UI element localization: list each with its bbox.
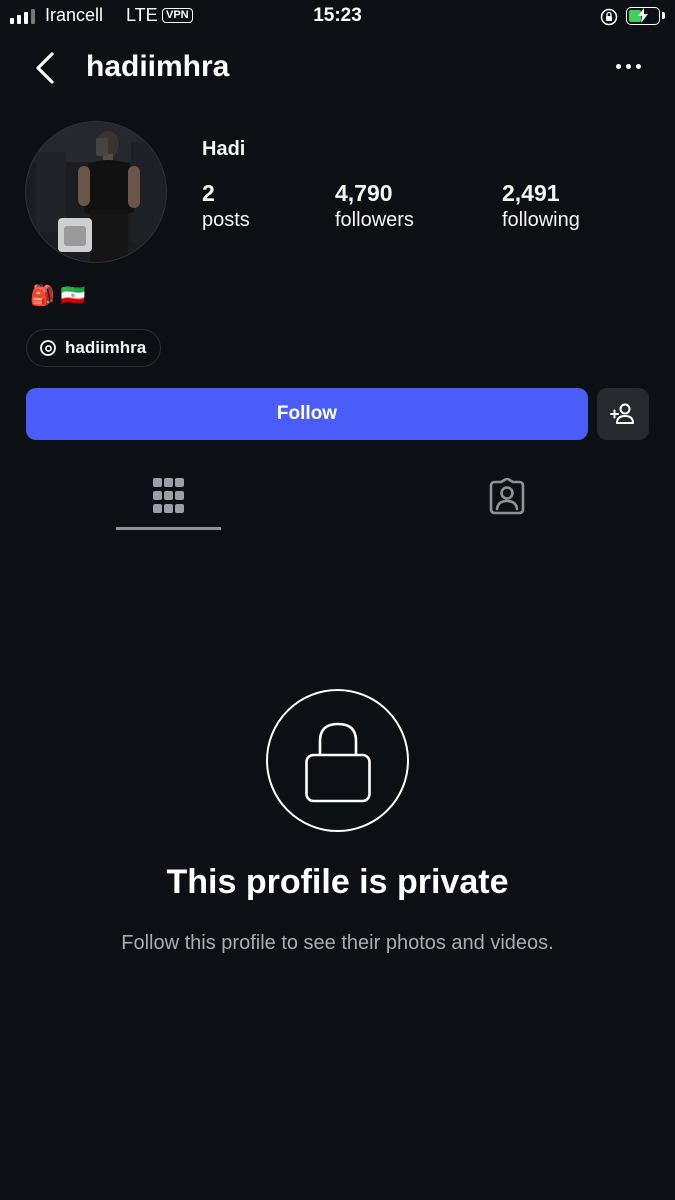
private-title: This profile is private <box>166 863 509 901</box>
lock-icon <box>305 722 371 803</box>
rotation-lock-icon <box>600 8 618 26</box>
tagged-person-icon <box>489 478 525 515</box>
status-bar: Irancell LTE VPN 15:23 <box>0 0 675 34</box>
add-person-icon <box>610 403 634 424</box>
followers-count: 4,790 <box>335 180 393 206</box>
suggested-accounts-button[interactable] <box>597 388 649 440</box>
threads-link[interactable]: hadiimhra <box>26 329 162 367</box>
grid-icon <box>153 478 184 513</box>
following-count: 2,491 <box>502 180 560 206</box>
threads-icon <box>40 340 56 356</box>
following-label: following <box>502 209 580 231</box>
profile-username: hadiimhra <box>86 50 230 83</box>
tab-posts-grid[interactable] <box>116 466 221 530</box>
follow-button-label: Follow <box>276 403 338 424</box>
profile-full-name: Hadi <box>202 138 246 160</box>
back-chevron-icon[interactable] <box>30 50 60 86</box>
followers-label: followers <box>335 209 414 231</box>
stat-posts: 2 posts <box>202 180 250 232</box>
posts-label: posts <box>202 209 250 231</box>
posts-count: 2 <box>202 180 215 206</box>
private-lock-circle <box>266 689 409 832</box>
bio-emoji: 🎒 🇮🇷 <box>30 285 86 307</box>
avatar[interactable] <box>26 122 166 262</box>
stat-followers[interactable]: 4,790 followers <box>335 180 414 232</box>
battery-charging-icon <box>626 7 660 25</box>
tab-tagged[interactable] <box>455 466 560 530</box>
battery-cap <box>662 12 665 19</box>
follow-button[interactable]: Follow <box>26 388 588 440</box>
stat-following[interactable]: 2,491 following <box>502 180 580 232</box>
more-options-icon[interactable] <box>612 62 646 74</box>
active-tab-indicator <box>116 527 221 530</box>
private-subtitle: Follow this profile to see their photos … <box>121 932 554 954</box>
threads-handle: hadiimhra <box>65 338 147 357</box>
status-time: 15:23 <box>313 5 362 26</box>
